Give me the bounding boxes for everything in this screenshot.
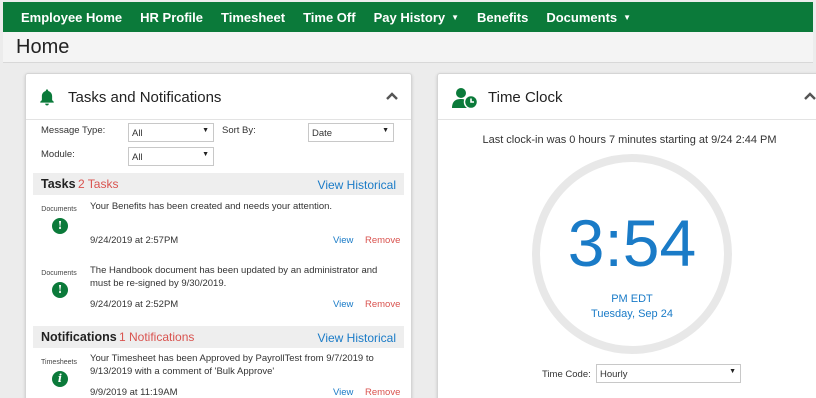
tasks-notifications-panel: Tasks and Notifications Message Type: Al… — [25, 73, 412, 398]
select-value: Date — [312, 128, 333, 139]
exclamation-icon: ! — [52, 282, 68, 298]
nav-employee-home[interactable]: Employee Home — [21, 10, 122, 25]
view-historical-tasks-link[interactable]: View Historical — [318, 178, 396, 192]
nav-label: Pay History — [373, 9, 446, 25]
item-message: The Handbook document has been updated b… — [90, 265, 378, 289]
view-link[interactable]: View — [333, 299, 353, 310]
nav-hr-profile[interactable]: HR Profile — [140, 10, 203, 25]
exclamation-icon: ! — [52, 218, 68, 234]
collapse-chevron-icon[interactable] — [803, 89, 816, 103]
item-date: 9/9/2019 at 11:19AM — [90, 387, 178, 398]
nav-label: Timesheet — [221, 9, 286, 25]
last-clock-in-text: Last clock-in was 0 hours 7 minutes star… — [482, 134, 777, 146]
message-type-select[interactable]: All ▼ — [128, 123, 214, 142]
notifications-title: Notifications — [41, 330, 117, 344]
module-label: Module: — [41, 149, 75, 160]
time-code-label: Time Code: — [542, 369, 591, 380]
clock-ampm-timezone: PM EDT — [611, 293, 653, 305]
message-type-label: Message Type: — [41, 125, 106, 136]
remove-link[interactable]: Remove — [365, 299, 400, 310]
time-code-select[interactable]: Hourly ▼ — [596, 364, 741, 383]
tasks-count: 2 Tasks — [78, 177, 119, 191]
caret-down-icon: ▼ — [729, 368, 736, 375]
nav-documents[interactable]: Documents ▼ — [546, 10, 631, 25]
caret-down-icon: ▼ — [382, 127, 389, 134]
nav-label: Documents — [546, 9, 618, 25]
nav-label: Employee Home — [21, 9, 123, 25]
remove-link[interactable]: Remove — [365, 235, 400, 246]
nav-label: Time Off — [303, 9, 356, 25]
view-link[interactable]: View — [333, 387, 353, 398]
nav-timesheet[interactable]: Timesheet — [221, 10, 285, 25]
info-icon: i — [52, 371, 68, 387]
nav-label: Benefits — [477, 9, 529, 25]
caret-down-icon: ▼ — [623, 12, 632, 22]
panel-title: Time Clock — [488, 89, 563, 106]
notifications-count: 1 Notifications — [119, 330, 195, 344]
tasks-section-header: Tasks 2 Tasks View Historical — [33, 173, 404, 195]
nav-time-off[interactable]: Time Off — [303, 10, 356, 25]
tasks-title: Tasks — [41, 177, 76, 191]
top-nav: Employee Home HR Profile Timesheet Time … — [3, 2, 813, 32]
item-date: 9/24/2019 at 2:57PM — [90, 235, 179, 246]
clock-date: Tuesday, Sep 24 — [591, 308, 673, 320]
view-link[interactable]: View — [333, 235, 353, 246]
sort-by-label: Sort By: — [222, 125, 256, 136]
time-clock-panel: Time Clock Last clock-in was 0 hours 7 m… — [437, 73, 816, 398]
item-message: Your Timesheet has been Approved by Payr… — [90, 353, 374, 377]
nav-benefits[interactable]: Benefits — [477, 10, 528, 25]
remove-link[interactable]: Remove — [365, 387, 400, 398]
clock-time: 3:54 — [567, 206, 697, 280]
sort-by-select[interactable]: Date ▼ — [308, 123, 394, 142]
item-category: Documents — [41, 206, 77, 213]
item-date: 9/24/2019 at 2:52PM — [90, 299, 179, 310]
select-value: All — [132, 128, 143, 139]
nav-pay-history[interactable]: Pay History ▼ — [374, 10, 459, 25]
bell-icon — [40, 89, 54, 106]
caret-down-icon: ▼ — [451, 12, 460, 22]
page-header: Home — [3, 32, 813, 63]
panel-header: Time Clock — [438, 74, 816, 120]
item-category: Documents — [41, 270, 77, 277]
collapse-chevron-icon[interactable] — [385, 89, 399, 103]
module-select[interactable]: All ▼ — [128, 147, 214, 166]
panel-header: Tasks and Notifications — [26, 74, 411, 120]
caret-down-icon: ▼ — [202, 151, 209, 158]
item-message: Your Benefits has been created and needs… — [90, 201, 333, 212]
panel-title: Tasks and Notifications — [68, 89, 222, 106]
notifications-section-header: Notifications 1 Notifications View Histo… — [33, 326, 404, 348]
page-title: Home — [16, 36, 70, 58]
select-value: All — [132, 152, 143, 163]
user-clock-icon — [452, 88, 478, 109]
view-historical-notifications-link[interactable]: View Historical — [318, 331, 396, 345]
nav-label: HR Profile — [140, 9, 203, 25]
clock-face: 3:54 PM EDT Tuesday, Sep 24 — [532, 154, 732, 354]
item-category: Timesheets — [41, 359, 77, 366]
select-value: Hourly — [600, 369, 628, 380]
caret-down-icon: ▼ — [202, 127, 209, 134]
